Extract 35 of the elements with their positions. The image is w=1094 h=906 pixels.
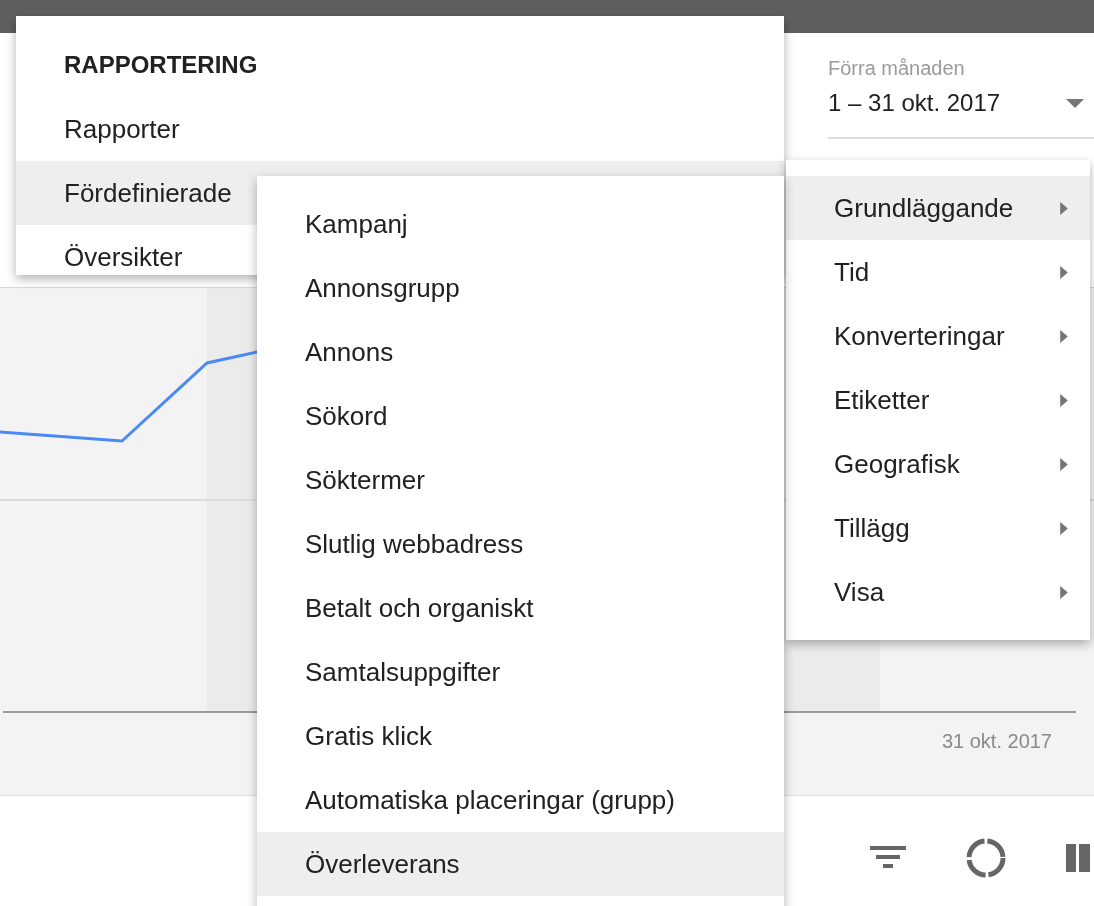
menu-item[interactable]: Annons <box>257 320 784 384</box>
menu-item[interactable]: Rapporter <box>16 97 784 161</box>
submenu-arrow-icon <box>1060 393 1068 407</box>
menu-item[interactable]: Kampanj <box>257 192 784 256</box>
submenu-arrow-icon <box>1060 329 1068 343</box>
caret-icon <box>1066 98 1084 108</box>
menu-item[interactable]: Slutlig webbadress <box>257 512 784 576</box>
menu-item[interactable]: Tillägg <box>786 496 1090 560</box>
menu-item[interactable]: Visa <box>786 560 1090 624</box>
menu-item[interactable]: Betalt och organiskt <box>257 576 784 640</box>
menu-item[interactable]: Söktermer <box>257 448 784 512</box>
date-range-picker[interactable]: Förra månaden 1 – 31 okt. 2017 <box>828 55 1094 139</box>
columns-icon[interactable] <box>1066 844 1090 872</box>
menu-item[interactable]: Sökord <box>257 384 784 448</box>
menu-header: RAPPORTERING <box>63 50 259 80</box>
date-range-label: Förra månaden <box>828 56 966 81</box>
menu-item[interactable]: Etiketter <box>786 368 1090 432</box>
menu-item[interactable]: Geografisk <box>786 432 1090 496</box>
menu-item[interactable]: Gratis klick <box>257 704 784 768</box>
circle-icon[interactable] <box>966 838 1006 878</box>
filter-icon[interactable] <box>870 846 906 870</box>
menu-item[interactable]: Grundläggande <box>786 176 1090 240</box>
axis-label: 31 okt. 2017 <box>941 730 1052 753</box>
submenu-arrow-icon <box>1060 521 1068 535</box>
menu-item[interactable]: Annonsgrupp <box>257 256 784 320</box>
submenu-arrow-icon <box>1060 201 1068 215</box>
menu-item[interactable]: Automatiska placeringar (grupp) <box>257 768 784 832</box>
menu-item[interactable]: Överleverans <box>257 832 784 896</box>
menu-item[interactable]: Samtalsuppgifter <box>257 640 784 704</box>
menu-item[interactable]: Tid <box>786 240 1090 304</box>
menu-item[interactable]: Konverteringar <box>786 304 1090 368</box>
submenu-arrow-icon <box>1060 585 1068 599</box>
date-range-value: 1 – 31 okt. 2017 <box>828 89 1001 117</box>
submenu-arrow-icon <box>1060 457 1068 471</box>
submenu-arrow-icon <box>1060 265 1068 279</box>
